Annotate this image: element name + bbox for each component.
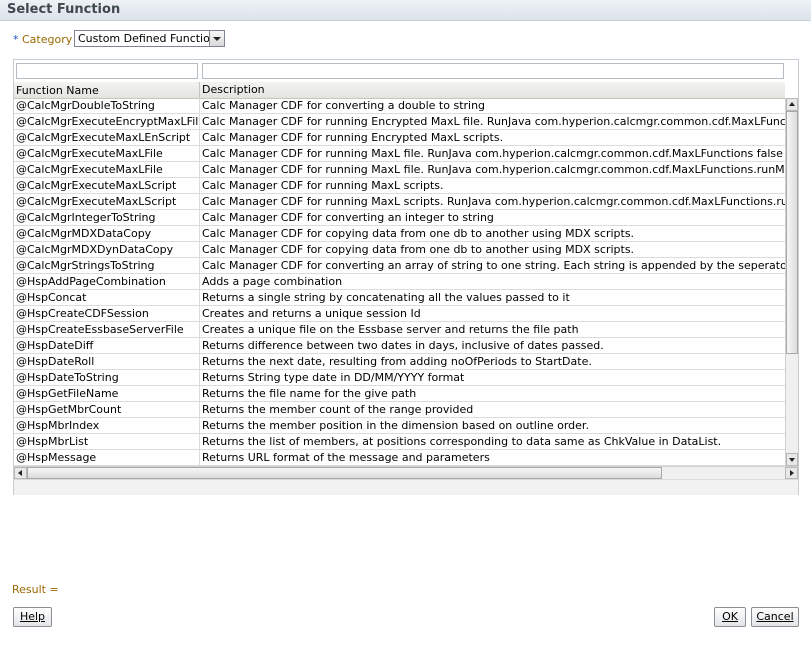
function-name-cell: @HspDateDiff <box>16 339 94 352</box>
description-cell: Calc Manager CDF for running Encrypted M… <box>199 114 785 129</box>
description-cell: Calc Manager CDF for running MaxL file. … <box>199 162 785 177</box>
dialog-title-bar: Select Function <box>0 0 811 21</box>
table-row[interactable]: @CalcMgrMDXDynDataCopy Calc Manager CDF f… <box>14 242 785 258</box>
function-name-cell: @CalcMgrExecuteEncryptMaxLFile <box>16 115 198 128</box>
function-name-cell: @HspGetFileName <box>16 387 119 400</box>
function-name-cell: @CalcMgrMDXDataCopy <box>16 227 152 240</box>
function-name-cell: @CalcMgrIntegerToString <box>16 211 156 224</box>
cancel-button[interactable]: Cancel <box>751 607 799 627</box>
table-row[interactable]: @CalcMgrExecuteMaxLFile Calc Manager CDF … <box>14 146 785 162</box>
table-row[interactable]: @HspGetFileName Returns the file name for… <box>14 386 785 402</box>
function-name-cell: @HspDateRoll <box>16 355 95 368</box>
function-name-cell: @CalcMgrExecuteMaxLFile <box>16 147 163 160</box>
table-row[interactable]: @HspMbrList Returns the list of members, … <box>14 434 785 450</box>
description-cell: Calc Manager CDF for running MaxL script… <box>199 194 785 209</box>
horizontal-scroll-thumb[interactable] <box>27 467 662 479</box>
function-name-cell: @HspMbrIndex <box>16 419 100 432</box>
description-cell: Returns a single string by concatenating… <box>199 290 785 305</box>
function-name-cell: @CalcMgrExecuteMaxLScript <box>16 179 177 192</box>
category-select-value: Custom Defined Functions <box>78 32 223 45</box>
table-row[interactable]: @HspMbrIndex Returns the member position … <box>14 418 785 434</box>
description-cell: Returns String type date in DD/MM/YYYY f… <box>199 370 785 385</box>
function-table: Function Name Description @CalcMgrDouble… <box>13 59 799 495</box>
description-cell: Returns the member position in the dimen… <box>199 418 785 433</box>
table-row[interactable]: @HspConcat Returns a single string by con… <box>14 290 785 306</box>
function-name-cell: @CalcMgrStringsToString <box>16 259 155 272</box>
scroll-right-icon[interactable] <box>785 467 798 479</box>
function-name-filter-input[interactable] <box>16 63 198 79</box>
table-row[interactable]: @CalcMgrExecuteMaxLScript Calc Manager CD… <box>14 178 785 194</box>
table-row[interactable]: @CalcMgrExecuteMaxLScript Calc Manager CD… <box>14 194 785 210</box>
table-row[interactable]: @CalcMgrMDXDataCopy Calc Manager CDF for … <box>14 226 785 242</box>
description-cell: Returns the next date, resulting from ad… <box>199 354 785 369</box>
description-cell: Calc Manager CDF for running MaxL file. … <box>199 146 785 161</box>
scroll-left-icon[interactable] <box>14 467 27 479</box>
function-name-cell: @CalcMgrExecuteMaxLScript <box>16 195 177 208</box>
filter-row <box>14 60 798 82</box>
table-header: Function Name Description <box>14 82 785 99</box>
table-row[interactable]: @CalcMgrExecuteEncryptMaxLFile Calc Manag… <box>14 114 785 130</box>
description-cell: Adds a page combination <box>199 274 785 289</box>
ok-button[interactable]: OK <box>714 607 746 627</box>
function-name-cell: @HspAddPageCombination <box>16 275 166 288</box>
column-header-description[interactable]: Description <box>199 82 265 98</box>
result-label: Result = <box>12 583 59 596</box>
description-cell: Returns the list of members, at position… <box>199 434 785 449</box>
function-name-cell: @HspMbrList <box>16 435 89 448</box>
table-row[interactable]: @HspCreateEssbaseServerFile Creates a uni… <box>14 322 785 338</box>
dialog-title: Select Function <box>7 2 121 17</box>
function-name-cell: @CalcMgrExecuteMaxLEnScript <box>16 131 191 144</box>
table-row[interactable]: @HspDateDiff Returns difference between t… <box>14 338 785 354</box>
function-name-cell: @HspGetMbrCount <box>16 403 122 416</box>
table-row[interactable]: @CalcMgrDoubleToString Calc Manager CDF f… <box>14 98 785 114</box>
function-name-cell: @CalcMgrExecuteMaxLFile <box>16 163 163 176</box>
function-name-cell: @HspConcat <box>16 291 87 304</box>
table-row[interactable]: @CalcMgrExecuteMaxLFile Calc Manager CDF … <box>14 162 785 178</box>
description-cell: Returns URL format of the message and pa… <box>199 450 785 465</box>
description-cell: Calc Manager CDF for converting an integ… <box>199 210 785 225</box>
horizontal-scrollbar[interactable] <box>14 466 798 479</box>
vertical-scroll-thumb[interactable] <box>786 111 798 354</box>
description-cell: Calc Manager CDF for running Encrypted M… <box>199 130 785 145</box>
table-row[interactable]: @HspGetMbrCount Returns the member count … <box>14 402 785 418</box>
column-header-function-name[interactable]: Function Name <box>16 84 99 97</box>
description-cell: Returns the file name for the give path <box>199 386 785 401</box>
table-row[interactable]: @CalcMgrIntegerToString Calc Manager CDF … <box>14 210 785 226</box>
description-cell: Returns the member count of the range pr… <box>199 402 785 417</box>
table-row[interactable]: @CalcMgrStringsToString Calc Manager CDF … <box>14 258 785 274</box>
description-cell: Calc Manager CDF for copying data from o… <box>199 226 785 241</box>
table-body: @CalcMgrDoubleToString Calc Manager CDF f… <box>14 98 785 466</box>
description-cell: Calc Manager CDF for copying data from o… <box>199 242 785 257</box>
table-row[interactable]: @HspDateRoll Returns the next date, resul… <box>14 354 785 370</box>
description-cell: Calc Manager CDF for converting a double… <box>199 98 785 113</box>
required-marker: * <box>13 33 19 46</box>
description-cell: Calc Manager CDF for running MaxL script… <box>199 178 785 193</box>
description-filter-input[interactable] <box>202 63 784 79</box>
description-cell: Calc Manager CDF for converting an array… <box>199 258 785 273</box>
function-name-cell: @HspDateToString <box>16 371 119 384</box>
function-name-cell: @CalcMgrMDXDynDataCopy <box>16 243 174 256</box>
help-button[interactable]: Help <box>13 607 52 627</box>
scroll-up-icon[interactable] <box>786 98 798 111</box>
function-name-cell: @HspCreateEssbaseServerFile <box>16 323 184 336</box>
category-select[interactable]: Custom Defined Functions <box>74 30 225 47</box>
description-cell: Creates and returns a unique session Id <box>199 306 785 321</box>
description-cell: Creates a unique file on the Essbase ser… <box>199 322 785 337</box>
function-name-cell: @HspCreateCDFSession <box>16 307 149 320</box>
table-row[interactable]: @HspCreateCDFSession Creates and returns … <box>14 306 785 322</box>
function-name-cell: @CalcMgrDoubleToString <box>16 99 155 112</box>
chevron-down-icon[interactable] <box>209 31 224 46</box>
table-row[interactable]: @HspMessage Returns URL format of the mes… <box>14 450 785 466</box>
function-name-cell: @HspMessage <box>16 451 97 464</box>
table-status-strip <box>14 479 798 495</box>
category-label: * Category <box>13 33 73 46</box>
description-cell: Returns difference between two dates in … <box>199 338 785 353</box>
vertical-scrollbar[interactable] <box>785 98 798 466</box>
table-row[interactable]: @HspAddPageCombination Adds a page combin… <box>14 274 785 290</box>
scroll-down-icon[interactable] <box>786 453 798 466</box>
table-row[interactable]: @CalcMgrExecuteMaxLEnScript Calc Manager … <box>14 130 785 146</box>
table-row[interactable]: @HspDateToString Returns String type date… <box>14 370 785 386</box>
